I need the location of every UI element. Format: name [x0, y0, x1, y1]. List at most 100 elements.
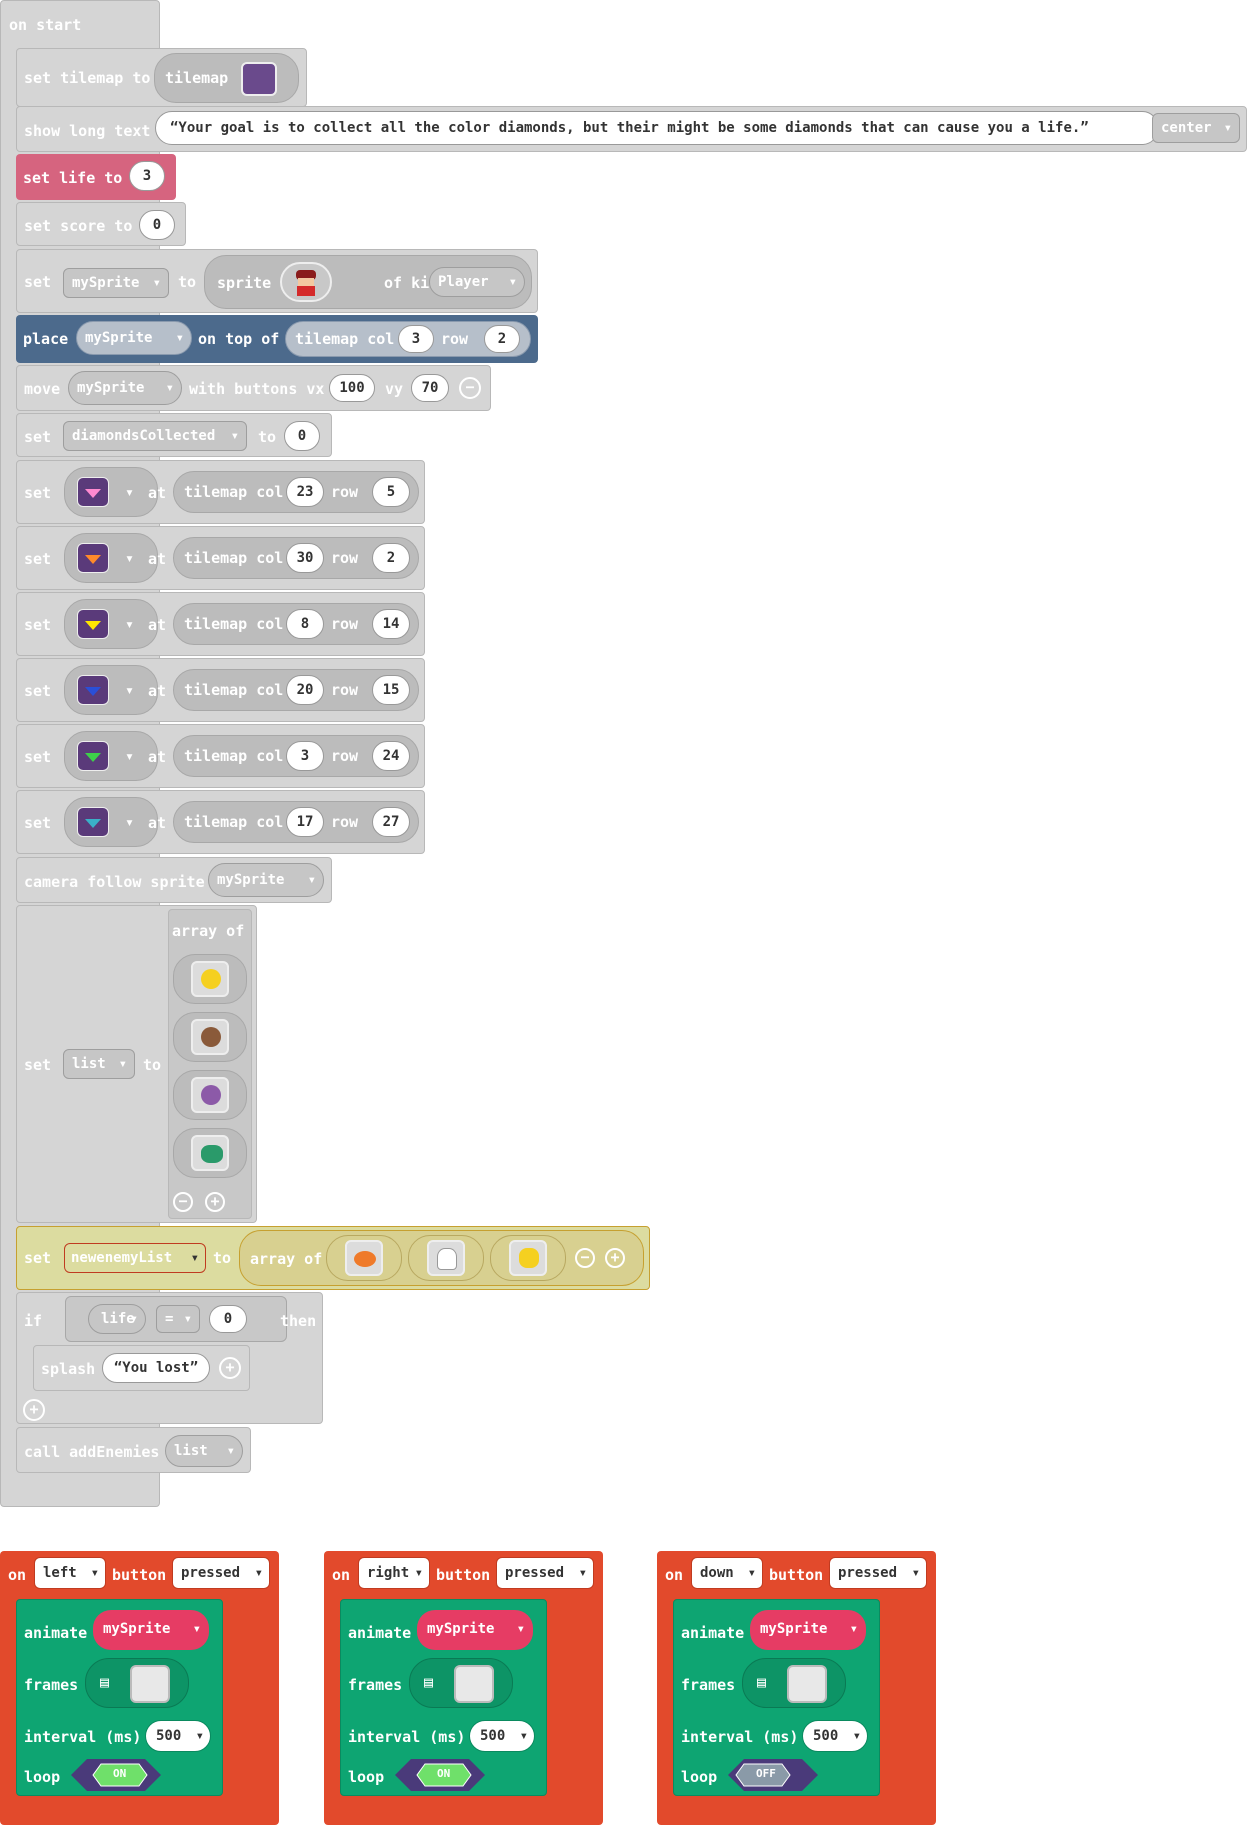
remove-item-icon[interactable]: − — [575, 1248, 595, 1268]
array-of-block[interactable]: array of − + — [168, 909, 252, 1219]
player-sprite-icon[interactable] — [280, 262, 332, 302]
set-enemy-list-block[interactable]: set newenemyList to array of − + — [16, 1226, 650, 1290]
event-dropdown[interactable]: pressed — [496, 1557, 594, 1589]
tile-location[interactable]: tilemap col 30 row 2 — [173, 537, 419, 579]
interval-dropdown[interactable]: 500 — [145, 1720, 211, 1752]
enemy-item-ghost[interactable] — [408, 1235, 484, 1281]
interval-dropdown[interactable]: 500 — [802, 1720, 868, 1752]
clownfish-sprite-icon[interactable] — [345, 1240, 383, 1276]
cat-sprite-icon[interactable] — [509, 1240, 547, 1276]
diamonds-var-dropdown[interactable]: diamondsCollected — [63, 421, 247, 451]
animate-block[interactable]: animate mySprite frames ▤ interval (ms)500 lo… — [340, 1599, 547, 1796]
tile-location[interactable]: tilemap col 17 row 27 — [173, 801, 419, 843]
place-block[interactable]: place mySprite on top of tilemap col 3 r… — [16, 315, 538, 363]
add-item-icon[interactable]: + — [205, 1192, 225, 1212]
set-tile-block[interactable]: set ▾ at tilemap col 3 row 24 — [16, 724, 425, 788]
animate-var-pill[interactable]: mySprite — [750, 1610, 866, 1650]
set-tile-block[interactable]: set ▾ at tilemap col 30 row 2 — [16, 526, 425, 590]
monkey-sprite-icon[interactable] — [191, 1019, 229, 1055]
tile-diamond-icon[interactable] — [77, 477, 109, 507]
sprite-constructor[interactable]: sprite of kind Player — [204, 255, 532, 309]
move-var-dropdown[interactable]: mySprite — [68, 371, 182, 405]
set-score-block[interactable]: set score to 0 — [16, 202, 186, 246]
vx-value[interactable]: 100 — [329, 374, 375, 402]
set-list-block[interactable]: set list to array of − + — [16, 905, 257, 1223]
add-item-icon[interactable]: + — [605, 1248, 625, 1268]
camera-var-dropdown[interactable]: mySprite — [208, 863, 324, 897]
frame-thumbnail[interactable] — [130, 1665, 170, 1703]
interval-dropdown[interactable]: 500 — [469, 1720, 535, 1752]
list-var-dropdown[interactable]: list — [63, 1049, 135, 1079]
col-value[interactable]: 3 — [286, 741, 324, 771]
tile-picker[interactable]: ▾ — [64, 533, 158, 583]
frame-thumbnail[interactable] — [787, 1665, 827, 1703]
tile-diamond-icon[interactable] — [77, 675, 109, 705]
frames-picker[interactable]: ▤ — [742, 1658, 846, 1708]
if-block[interactable]: if life = 0 then splash “You lost” + + — [16, 1292, 323, 1424]
vy-value[interactable]: 70 — [411, 374, 449, 402]
loop-toggle[interactable]: ON — [71, 1759, 161, 1791]
call-arg-dropdown[interactable]: list — [165, 1435, 243, 1467]
list-item-snake[interactable] — [173, 1128, 247, 1178]
col-value[interactable]: 23 — [286, 477, 324, 507]
row-value[interactable]: 24 — [372, 741, 410, 771]
sprite-var-dropdown[interactable]: mySprite — [63, 268, 169, 298]
set-tile-block[interactable]: set ▾ at tilemap col 8 row 14 — [16, 592, 425, 656]
col-value[interactable]: 17 — [286, 807, 324, 837]
row-value[interactable]: 27 — [372, 807, 410, 837]
list-item-duck[interactable] — [173, 954, 247, 1004]
animate-block[interactable]: animate mySprite frames ▤ interval (ms)500 lo… — [673, 1599, 880, 1796]
tile-location[interactable]: tilemap col 23 row 5 — [173, 471, 419, 513]
add-else-icon[interactable]: + — [23, 1399, 45, 1421]
animate-var-pill[interactable]: mySprite — [93, 1610, 209, 1650]
align-dropdown[interactable]: center — [1152, 113, 1240, 143]
tile-picker[interactable]: ▾ — [64, 731, 158, 781]
score-value[interactable]: 0 — [139, 210, 175, 240]
animate-var-pill[interactable]: mySprite — [417, 1610, 533, 1650]
row-value[interactable]: 5 — [372, 477, 410, 507]
loop-toggle[interactable]: OFF — [728, 1759, 818, 1791]
col-value[interactable]: 20 — [286, 675, 324, 705]
enemy-list-var-dropdown[interactable]: newenemyList — [64, 1243, 206, 1273]
frames-picker[interactable]: ▤ — [409, 1658, 513, 1708]
tile-diamond-icon[interactable] — [77, 741, 109, 771]
kind-dropdown[interactable]: Player — [429, 267, 525, 297]
row-value[interactable]: 14 — [372, 609, 410, 639]
tilemap-thumbnail-icon[interactable] — [241, 62, 277, 96]
set-life-block[interactable]: set life to 3 — [16, 154, 176, 200]
duck-sprite-icon[interactable] — [191, 961, 229, 997]
frame-thumbnail[interactable] — [454, 1665, 494, 1703]
operator-dropdown[interactable]: = — [156, 1305, 200, 1333]
row-value[interactable]: 2 — [372, 543, 410, 573]
ghost-sprite-icon[interactable] — [427, 1240, 465, 1276]
tilemap-value[interactable]: tilemap — [154, 53, 299, 103]
col-value[interactable]: 30 — [286, 543, 324, 573]
enemy-array-of-block[interactable]: array of − + — [239, 1230, 644, 1286]
enemy-item-cat[interactable] — [490, 1235, 566, 1281]
tile-picker[interactable]: ▾ — [64, 797, 158, 847]
button-dropdown[interactable]: right — [358, 1557, 430, 1589]
camera-follow-block[interactable]: camera follow sprite mySprite — [16, 857, 332, 903]
show-long-text-block[interactable]: show long text “Your goal is to collect … — [16, 106, 1247, 152]
bat-sprite-icon[interactable] — [191, 1077, 229, 1113]
frames-picker[interactable]: ▤ — [85, 1658, 189, 1708]
long-text-input[interactable]: “Your goal is to collect all the color d… — [155, 111, 1159, 145]
on-button-pressed-block[interactable]: onleft button pressed animate mySprite frames… — [0, 1551, 279, 1825]
add-param-icon[interactable]: + — [219, 1357, 241, 1379]
set-tile-block[interactable]: set ▾ at tilemap col 17 row 27 — [16, 790, 425, 854]
tile-diamond-icon[interactable] — [77, 609, 109, 639]
set-tile-block[interactable]: set ▾ at tilemap col 23 row 5 — [16, 460, 425, 524]
diamonds-value[interactable]: 0 — [284, 421, 320, 451]
snake-sprite-icon[interactable] — [191, 1135, 229, 1171]
condition-block[interactable]: life = 0 — [65, 1296, 287, 1342]
tile-location[interactable]: tilemap col 20 row 15 — [173, 669, 419, 711]
set-tile-block[interactable]: set ▾ at tilemap col 20 row 15 — [16, 658, 425, 722]
row-value[interactable]: 15 — [372, 675, 410, 705]
tile-diamond-icon[interactable] — [77, 543, 109, 573]
animate-block[interactable]: animate mySprite frames ▤ interval (ms)500 lo… — [16, 1599, 223, 1796]
tile-diamond-icon[interactable] — [77, 807, 109, 837]
remove-param-icon[interactable]: − — [459, 377, 481, 399]
tile-location[interactable]: tilemap col 3 row 24 — [173, 735, 419, 777]
enemy-item-clownfish[interactable] — [326, 1235, 402, 1281]
loop-toggle[interactable]: ON — [395, 1759, 485, 1791]
